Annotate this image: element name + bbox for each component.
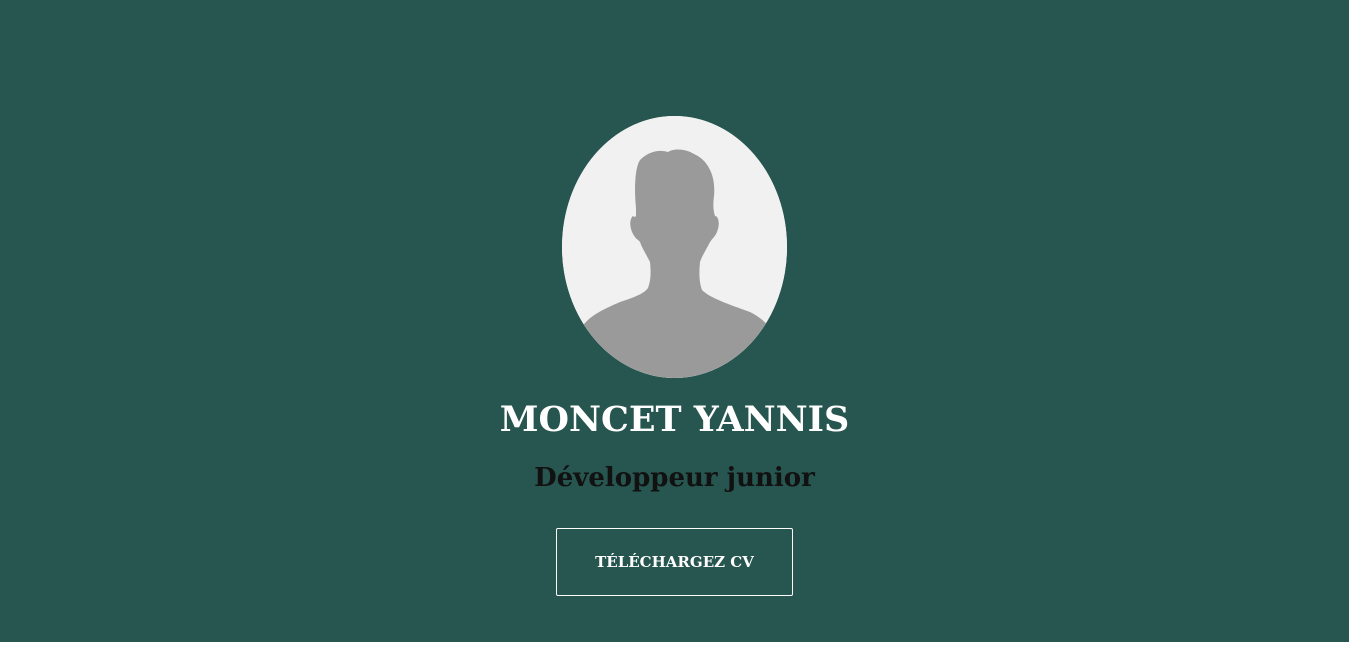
user-silhouette-icon (562, 116, 787, 378)
download-cv-button[interactable]: TÉLÉCHARGEZ CV (556, 528, 793, 596)
profile-avatar (562, 116, 787, 378)
hero-section: MONCET YANNIS Développeur junior TÉLÉCHA… (0, 0, 1349, 642)
profile-name: MONCET YANNIS (499, 399, 850, 440)
profile-role: Développeur junior (534, 463, 815, 493)
